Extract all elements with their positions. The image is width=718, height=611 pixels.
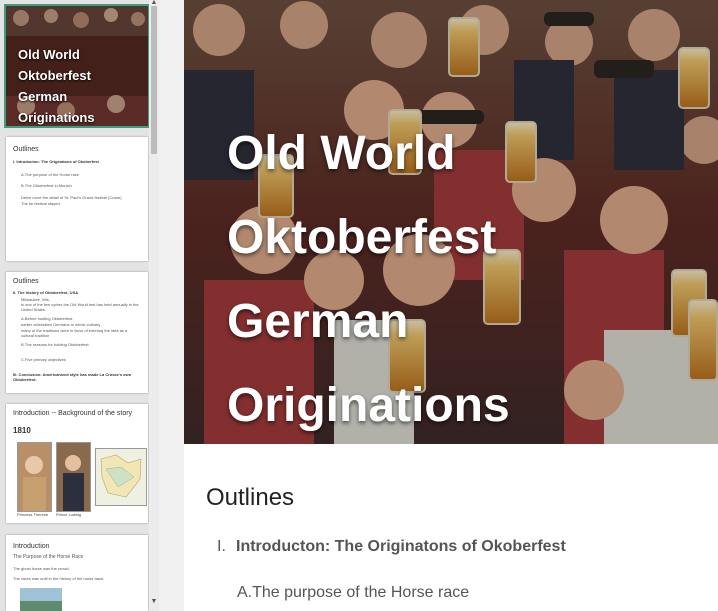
slide-thumbnail-panel[interactable]: Old World Oktoberfest German Origination…	[0, 0, 159, 611]
slide-thumbnail-line: I. Introducton: The Originatons of Okobe…	[13, 159, 99, 164]
portrait-caption: Prince Ludwig	[56, 512, 82, 517]
outline-item-text: Introducton: The Originatons of Okoberfe…	[236, 538, 566, 555]
princess-portrait-image	[17, 442, 52, 512]
slide-thumbnail-line: The races was until in the history of th…	[13, 576, 105, 581]
slide-thumbnail-line: Delve more the detail of St. Paul's Gran…	[21, 195, 122, 200]
slide-thumbnail-heading: Outlines	[13, 278, 39, 285]
main-slide[interactable]: Old World Oktoberfest German Origination…	[184, 0, 718, 611]
slide-thumbnail-line: II. The history of Oktoberfest, USA	[13, 290, 79, 295]
slide-thumbnail-title: Old World Oktoberfest German Origination…	[18, 47, 95, 125]
slide-thumbnail-line: is one of the few cycles the Old World f…	[21, 302, 139, 312]
slide-thumbnail-2[interactable]: Outlines I. Introducton: The Originatons…	[6, 137, 148, 261]
prince-portrait-image	[56, 442, 91, 512]
slide-thumbnail-line: B.The reasons for holding Oktoberfest	[21, 342, 89, 347]
portrait-caption: Princess Therese	[17, 512, 49, 517]
slide-thumbnail-line: The Purpose of the Horse Race	[13, 554, 84, 560]
slide-thumbnail-line: III. Conclusion: Americanized style has …	[13, 372, 132, 382]
slide-thumbnail-line: earlier celebrated Germans to mimic culi…	[21, 322, 101, 327]
slide-thumbnail-1[interactable]: Old World Oktoberfest German Origination…	[4, 4, 150, 128]
slide-thumbnail-5[interactable]: Introduction The Purpose of the Horse Ra…	[6, 535, 148, 611]
slide-thumbnail-heading: Introduction	[13, 543, 50, 550]
slide-thumbnail-line: The tie festival stayed	[21, 201, 60, 206]
slide-thumbnail-heading: Outlines	[13, 146, 39, 153]
slide-thumbnail-line: A.Before holding Oktoberfest	[21, 316, 73, 321]
slide-thumbnail-line: The ghost horse was the crowd.	[13, 566, 70, 571]
slide-thumbnail-line: many of the traditions were in favor of …	[21, 328, 128, 338]
slide-thumbnail-4[interactable]: Introduction -- Background of the story …	[6, 404, 148, 523]
outline-item[interactable]: I. Introducton: The Originatons of Okober…	[217, 538, 566, 556]
outline-item-number: I.	[217, 538, 226, 555]
scrollbar-thumb[interactable]	[151, 6, 157, 154]
slide-title[interactable]: Old World Oktoberfest German Origination…	[227, 112, 677, 448]
slide-thumbnail-line: B.The Oktoberfest in Munich	[21, 183, 72, 188]
outlines-heading[interactable]: Outlines	[206, 484, 294, 512]
slide-thumbnail-year: 1810	[13, 426, 31, 435]
slide-thumbnail-line: A.The purpose of the Horse race	[21, 172, 80, 177]
landscape-image	[20, 588, 62, 611]
map-image	[95, 448, 147, 506]
slide-thumbnail-line: C.Five primary objectives	[21, 357, 66, 362]
slide-thumbnail-heading: Introduction -- Background of the story	[13, 410, 133, 417]
slide-thumbnail-3[interactable]: Outlines II. The history of Oktoberfest,…	[6, 272, 148, 393]
outline-subitem[interactable]: A.The purpose of the Horse race	[237, 584, 469, 602]
scroll-up-arrow-icon[interactable]: ▲	[150, 0, 158, 6]
scroll-down-arrow-icon[interactable]: ▼	[150, 598, 158, 605]
